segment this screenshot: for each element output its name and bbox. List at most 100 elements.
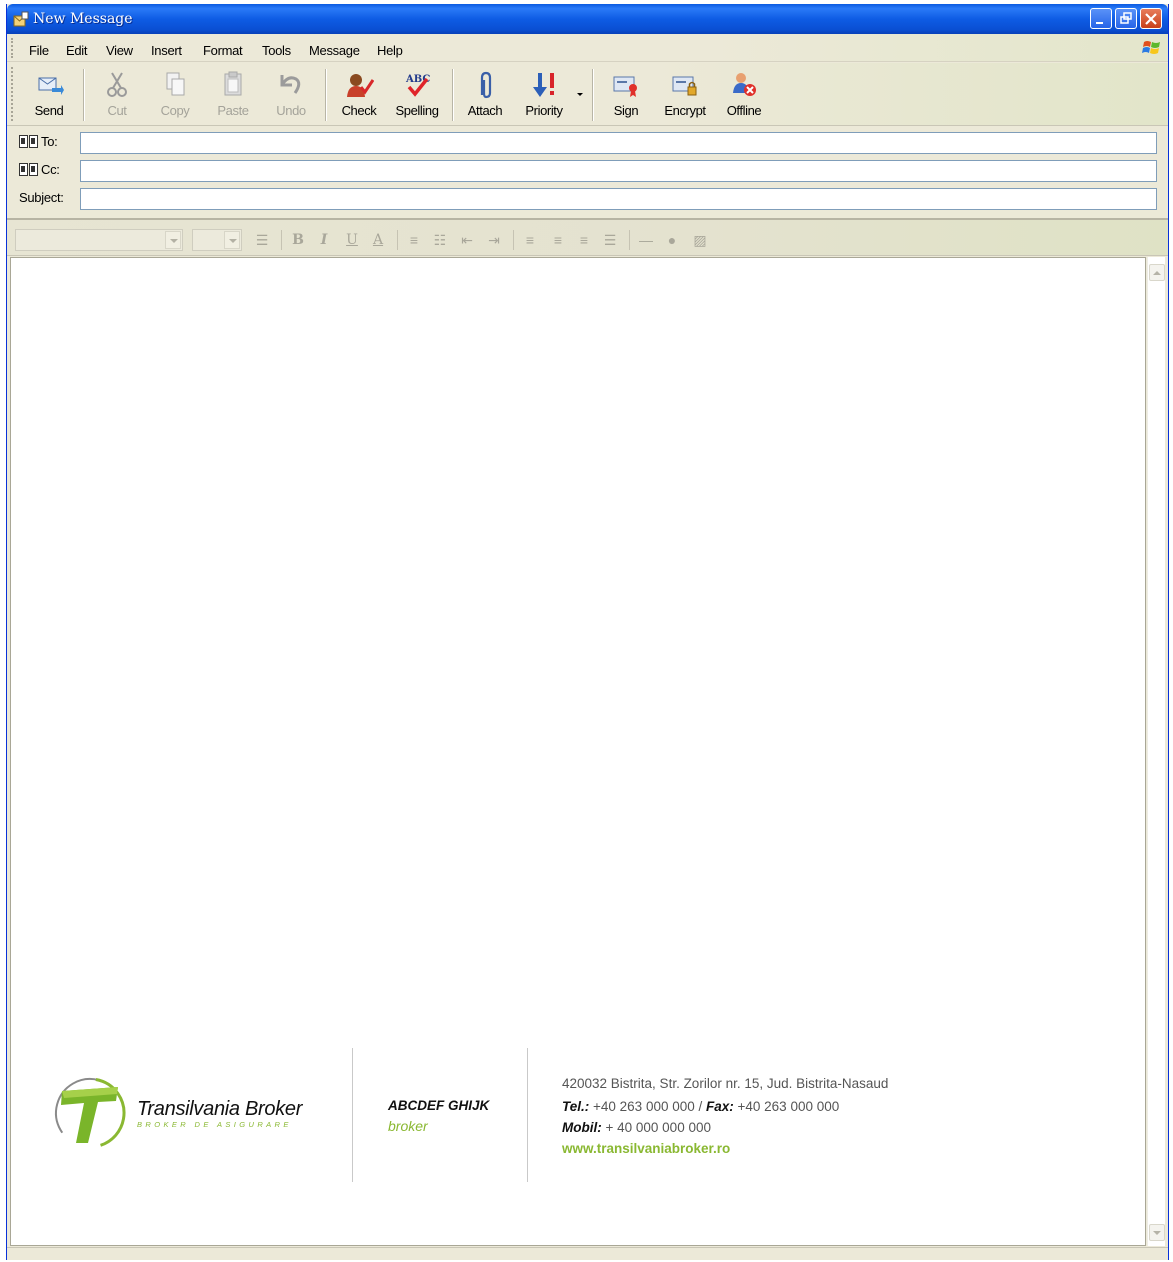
toolbar-separator — [592, 69, 594, 121]
priority-dropdown-icon[interactable] — [576, 92, 584, 98]
vertical-scrollbar[interactable] — [1147, 257, 1165, 1246]
check-names-button[interactable]: Check — [332, 67, 386, 121]
underline-button[interactable]: U — [343, 231, 361, 249]
tel-value: +40 263 000 000 / — [589, 1099, 706, 1114]
fax-label: Fax: — [706, 1099, 734, 1114]
menu-edit[interactable]: Edit — [66, 43, 88, 58]
undo-icon — [280, 75, 301, 94]
menu-format[interactable]: Format — [203, 43, 243, 58]
format-separator — [397, 230, 398, 250]
justify-icon[interactable]: ☰ — [601, 231, 619, 249]
chevron-down-icon — [165, 231, 181, 249]
minimize-button[interactable] — [1090, 8, 1112, 29]
menu-insert[interactable]: Insert — [151, 43, 182, 58]
status-bar — [7, 1247, 1168, 1260]
chevron-down-icon — [224, 231, 240, 249]
minimize-icon — [1096, 22, 1103, 24]
toolbar-grip[interactable] — [11, 67, 14, 121]
bulleted-list-icon[interactable]: ☷ — [431, 231, 449, 249]
window-title: New Message — [33, 11, 133, 27]
priority-button[interactable]: Priority — [517, 67, 571, 121]
cc-field-label[interactable]: Cc: — [19, 162, 60, 177]
address-book-icon — [19, 163, 38, 176]
italic-button[interactable]: I — [315, 231, 333, 249]
font-name-select[interactable] — [15, 229, 183, 251]
menu-help[interactable]: Help — [377, 43, 403, 58]
cut-label: Cut — [107, 103, 127, 118]
transilvania-broker-logo — [54, 1077, 126, 1149]
toolbar-separator — [452, 69, 454, 121]
cc-input[interactable] — [80, 160, 1157, 182]
scissors-icon — [107, 72, 127, 97]
signature-divider — [352, 1048, 353, 1182]
cut-button[interactable]: Cut — [90, 67, 144, 121]
format-separator — [629, 230, 630, 250]
offline-button[interactable]: Offline — [717, 67, 771, 121]
sign-label: Sign — [613, 103, 639, 118]
encrypt-icon — [672, 76, 697, 96]
format-separator — [513, 230, 514, 250]
align-left-icon[interactable]: ≡ — [521, 231, 539, 249]
toolbar-separator — [83, 69, 85, 121]
paste-button[interactable]: Paste — [206, 67, 260, 121]
menu-view[interactable]: View — [106, 43, 133, 58]
subject-label: Subject: — [19, 190, 64, 205]
send-button[interactable]: Send — [22, 67, 76, 121]
to-field-label[interactable]: To: — [19, 134, 58, 149]
phone-fax-line: Tel.: +40 263 000 000 / Fax: +40 263 000… — [562, 1099, 839, 1114]
website-link[interactable]: www.transilvaniabroker.ro — [562, 1141, 730, 1156]
insert-picture-icon[interactable]: ▨ — [691, 231, 709, 249]
restore-icon — [1120, 12, 1132, 24]
undo-button[interactable]: Undo — [264, 67, 318, 121]
scroll-up-icon[interactable] — [1149, 264, 1165, 281]
spelling-button[interactable]: ABC Spelling — [390, 67, 444, 121]
menu-message[interactable]: Message — [309, 43, 360, 58]
hyperlink-icon[interactable]: ● — [663, 231, 681, 249]
to-label: To: — [41, 134, 58, 149]
menu-grip[interactable] — [11, 38, 14, 58]
paste-label: Paste — [217, 103, 249, 118]
new-message-icon — [13, 11, 29, 27]
to-input[interactable] — [80, 132, 1157, 154]
close-button[interactable] — [1140, 8, 1162, 29]
sign-icon — [613, 76, 637, 97]
priority-label: Priority — [525, 103, 563, 118]
menu-file[interactable]: File — [29, 43, 49, 58]
attach-label: Attach — [467, 103, 503, 118]
spelling-label: Spelling — [395, 103, 439, 118]
decrease-indent-icon[interactable]: ⇤ — [458, 231, 476, 249]
restore-button[interactable] — [1115, 8, 1137, 29]
numbered-list-icon[interactable]: ≡ — [405, 231, 423, 249]
menu-tools[interactable]: Tools — [262, 43, 291, 58]
brand-tagline: BROKER DE ASIGURARE — [137, 1120, 292, 1129]
priority-icon — [533, 73, 554, 97]
sign-button[interactable]: Sign — [599, 67, 653, 121]
copy-button[interactable]: Copy — [148, 67, 202, 121]
paperclip-icon — [480, 71, 492, 99]
paragraph-style-icon[interactable]: ☰ — [253, 231, 271, 249]
font-size-select[interactable] — [192, 229, 242, 251]
cc-label: Cc: — [41, 162, 60, 177]
scroll-down-icon[interactable] — [1149, 1224, 1165, 1241]
copy-icon — [166, 72, 185, 96]
check-label: Check — [341, 103, 377, 118]
font-color-button[interactable]: A — [369, 231, 387, 249]
align-center-icon[interactable]: ≡ — [549, 231, 567, 249]
horizontal-line-icon[interactable]: — — [637, 231, 655, 249]
offline-label: Offline — [726, 103, 762, 118]
title-bar[interactable]: New Message — [7, 4, 1168, 34]
header-fields: To: Cc: Subject: — [7, 127, 1168, 217]
attach-button[interactable]: Attach — [458, 67, 512, 121]
send-label: Send — [34, 103, 64, 118]
align-right-icon[interactable]: ≡ — [575, 231, 593, 249]
fax-value: +40 263 000 000 — [733, 1099, 840, 1114]
sender-name: ABCDEF GHIJK — [388, 1098, 490, 1113]
windows-logo-icon — [1142, 41, 1160, 54]
encrypt-label: Encrypt — [664, 103, 706, 118]
encrypt-button[interactable]: Encrypt — [658, 67, 712, 121]
bold-button[interactable]: B — [289, 231, 307, 249]
mobile-line: Mobil: + 40 000 000 000 — [562, 1120, 711, 1135]
signature-divider — [527, 1048, 528, 1182]
subject-input[interactable] — [80, 188, 1157, 210]
increase-indent-icon[interactable]: ⇥ — [485, 231, 503, 249]
